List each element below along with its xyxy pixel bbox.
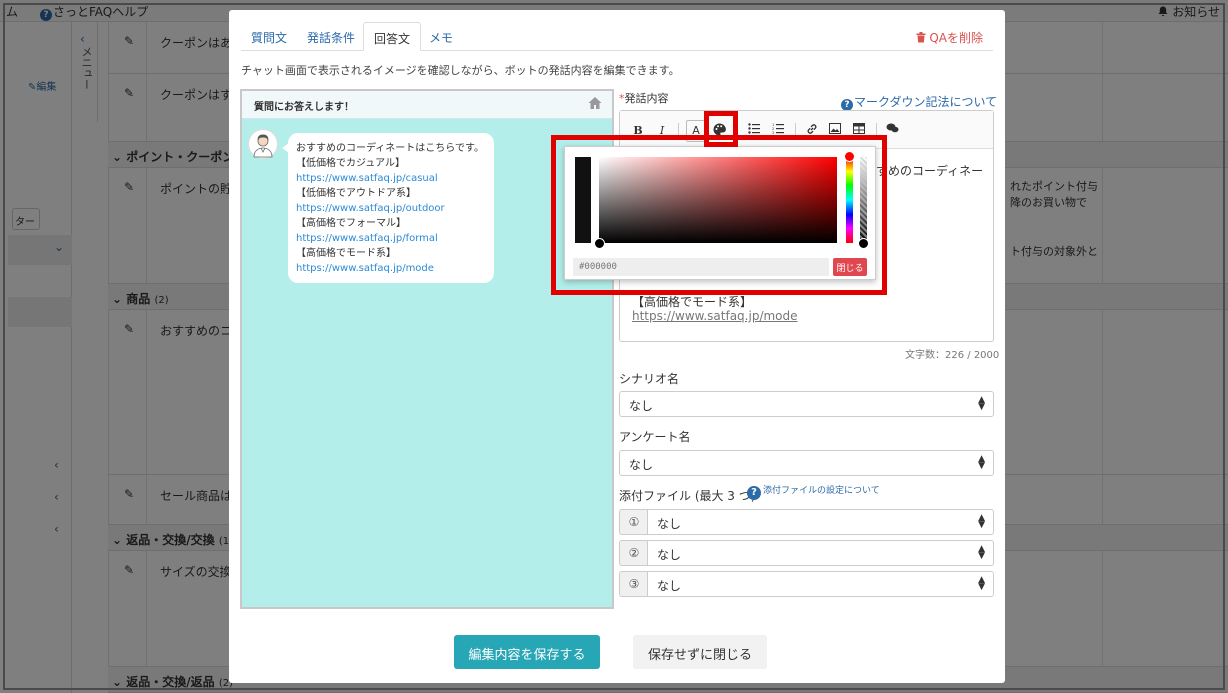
tab-conditions[interactable]: 発話条件 [297,22,365,51]
bold-icon[interactable]: B [630,123,646,139]
link-icon[interactable] [804,123,820,139]
char-count: 文字数：226 / 2000 [905,350,1000,361]
tab-answer[interactable]: 回答文 [363,22,422,51]
message-link[interactable]: https://www.satfaq.jp/mode [296,261,486,276]
select-caret-icon: ▲ ▼ [978,575,985,592]
select-caret-icon: ▲ ▼ [978,544,985,561]
chat-icon[interactable] [884,123,900,139]
person-icon [253,134,273,158]
svg-text:3: 3 [772,131,774,134]
editor-text-line: 【高価格でモード系】 [632,295,753,309]
utterance-label: *発話内容 [619,92,669,105]
saturation-handle[interactable] [594,238,605,249]
toolbar-divider [876,123,877,139]
message-line: 【低価格でアウトドア系】 [296,188,416,199]
qa-edit-modal: 質問文 発話条件 回答文 メモ QAを削除 チャット画面で表示されるイメージを確… [229,10,1005,683]
chat-preview: 質問にお答えします！ おすすめのコーディネートはこちらです。 【低価格でカジュア… [240,89,614,609]
message-link[interactable]: https://www.satfaq.jp/outdoor [296,201,486,216]
numbered-list-icon[interactable]: 123 [770,123,786,139]
message-line: 【高価格でモード系】 [296,248,396,259]
opacity-handle[interactable] [858,238,869,249]
scenario-select[interactable]: なし ▲ ▼ [619,391,994,417]
message-line: 【高価格でフォーマル】 [296,218,406,229]
scenario-label: シナリオ名 [619,372,680,386]
question-icon: ? [747,486,761,500]
table-icon[interactable] [851,123,867,139]
toolbar-divider [795,123,796,139]
hue-handle[interactable] [844,151,855,162]
close-without-saving-button[interactable]: 保存せずに閉じる [633,635,767,669]
italic-icon[interactable]: I [654,123,670,139]
tab-memo[interactable]: メモ [419,22,463,51]
bubble-tail [282,143,289,153]
opacity-slider[interactable] [860,157,867,243]
attachment-select-3[interactable]: なし ▲ ▼ [647,571,994,597]
attachment-help-link[interactable]: ? 添付ファイルの設定について [747,483,880,500]
attachment-number: ② [619,540,648,566]
chat-preview-title: 質問にお答えします！ [254,102,354,113]
color-preview-swatch [575,157,591,243]
select-caret-icon: ▲ ▼ [978,395,985,412]
markdown-help-link[interactable]: ? マークダウン記法について [841,93,997,111]
editor-text-line: すめのコーディネー [876,164,984,178]
hex-input[interactable]: #000000 [573,258,829,276]
attachment-label: 添付ファイル (最大 3 つ) [619,489,756,503]
picker-close-button[interactable]: 閉じる [833,258,867,276]
home-icon [588,97,602,109]
trash-icon [916,32,926,43]
chat-preview-header: 質問にお答えします！ [242,91,612,119]
bullet-list-icon[interactable] [746,123,762,139]
bot-avatar [248,129,278,159]
message-link[interactable]: https://www.satfaq.jp/formal [296,231,486,246]
message-line: 【低価格でカジュアル】 [296,158,405,169]
hue-slider[interactable] [846,157,853,243]
message-link[interactable]: https://www.satfaq.jp/casual [296,171,486,186]
survey-label: アンケート名 [619,430,691,444]
attachment-select-2[interactable]: なし ▲ ▼ [647,540,994,566]
select-caret-icon: ▲ ▼ [978,454,985,471]
modal-description: チャット画面で表示されるイメージを確認しながら、ボットの発話内容を編集できます。 [241,64,680,77]
tab-question[interactable]: 質問文 [241,22,297,51]
save-button[interactable]: 編集内容を保存する [454,635,600,669]
tab-bar: 質問文 発話条件 回答文 メモ QAを削除 [241,22,993,51]
attachment-number: ③ [619,571,648,597]
editor-toolbar: B I A 123 [620,111,993,149]
survey-select[interactable]: なし ▲ ▼ [619,450,994,476]
palette-icon[interactable] [711,123,727,139]
attachment-select-1[interactable]: なし ▲ ▼ [647,509,994,535]
toolbar-divider [737,123,738,139]
select-caret-icon: ▲ ▼ [978,513,985,530]
saturation-value-area[interactable] [599,157,837,243]
message-line: おすすめのコーディネートはこちらです。 [296,143,484,154]
color-picker: #000000 閉じる [564,146,876,280]
image-icon[interactable] [827,123,843,139]
delete-qa-link[interactable]: QAを削除 [916,29,983,46]
attachment-number: ① [619,509,648,535]
editor-text-link: https://www.satfaq.jp/mode [632,309,798,323]
toolbar-divider [678,123,679,139]
bot-message-bubble: おすすめのコーディネートはこちらです。 【低価格でカジュアル】 https://… [282,133,494,283]
text-color-icon[interactable]: A [686,120,706,142]
